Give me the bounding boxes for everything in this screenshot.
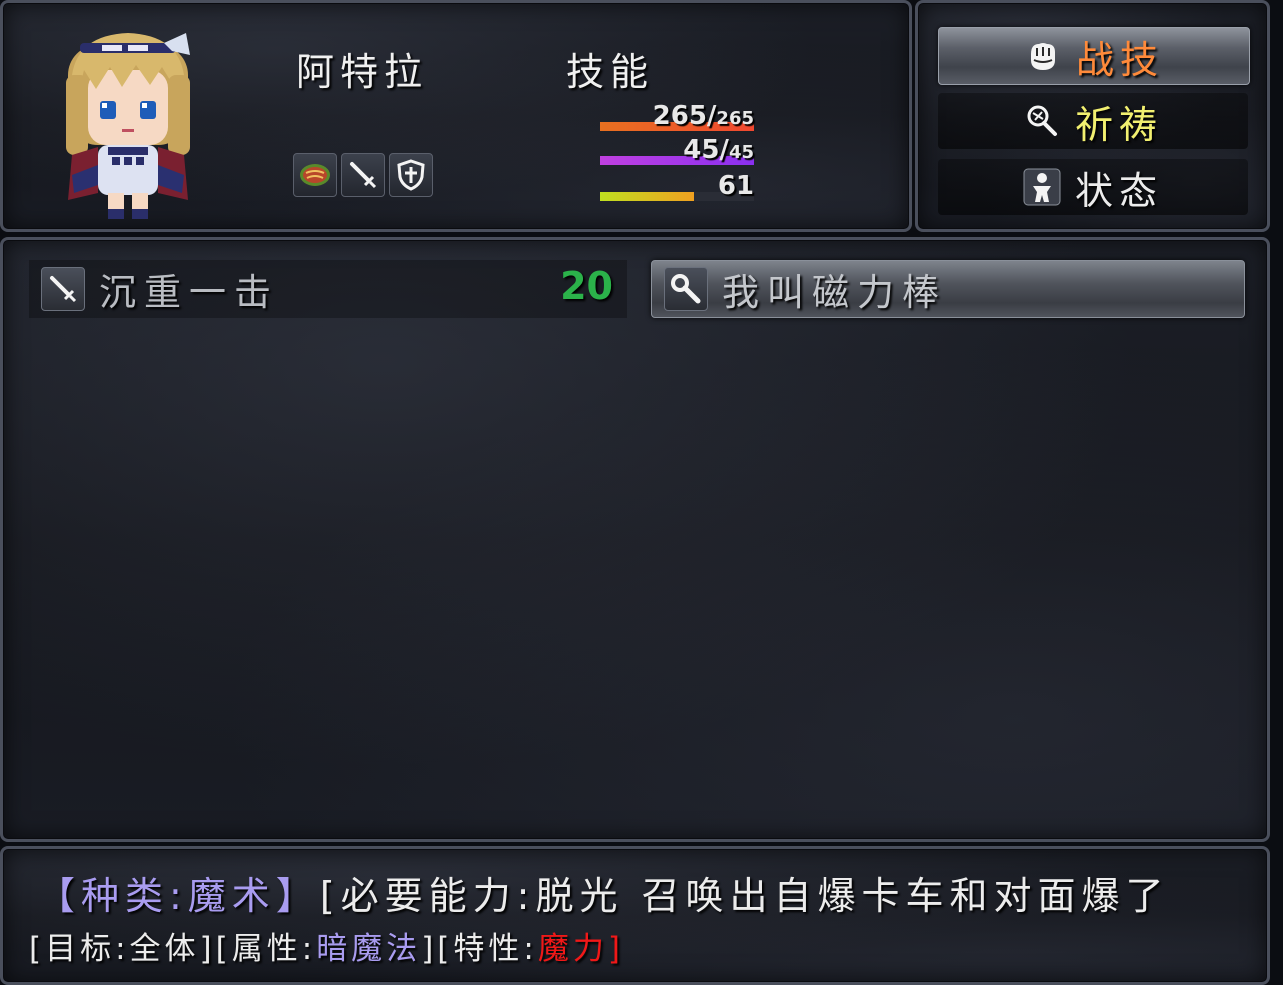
hp-max: 265: [716, 108, 754, 129]
prayer-icon: [1023, 102, 1061, 140]
shield-icon: [389, 153, 433, 197]
sword-icon: [341, 153, 385, 197]
tp-bar-fill: [600, 192, 694, 201]
actor-status-window: 阿特拉 技能 265/265 45/45 61: [0, 0, 912, 232]
help-attr-prefix: [属性:: [215, 931, 317, 967]
help-skill-type: 【种类:魔术】: [37, 874, 320, 918]
sword-icon: [41, 267, 85, 311]
tp-current: 61: [717, 171, 754, 201]
help-attr-value: 暗魔法: [316, 931, 422, 967]
steak-icon: [293, 153, 337, 197]
command-label: 状态: [1074, 168, 1163, 213]
help-trait-prefix: [特性:: [437, 931, 538, 967]
fist-icon: [1024, 37, 1062, 75]
actor-portrait: [58, 15, 198, 220]
help-target: [目标:全体]: [29, 931, 216, 967]
command-status[interactable]: 状态: [938, 159, 1248, 215]
command-prayer[interactable]: 祈祷: [938, 93, 1248, 149]
help-attr-suffix: ]: [421, 931, 438, 967]
actor-name: 阿特拉: [296, 50, 429, 94]
help-window: 【种类:魔术】[必要能力:脱光 召唤出自爆卡车和对面爆了 [目标:全体][属性:…: [0, 846, 1270, 985]
mp-max: 45: [728, 142, 754, 163]
skill-cost: 20: [560, 264, 613, 308]
skill-type-title: 技能: [566, 50, 655, 94]
command-combat-skill[interactable]: 战技: [938, 27, 1250, 85]
mp-gauge: 45/45: [600, 133, 754, 165]
help-attribute-line: [目标:全体][属性:暗魔法][特性:魔力]: [29, 923, 624, 968]
hp-gauge: 265/265: [600, 95, 754, 131]
skill-name: 沉重一击: [99, 271, 279, 314]
help-description-line: 【种类:魔术】[必要能力:脱光 召唤出自爆卡车和对面爆了: [37, 865, 1170, 920]
state-icons: [293, 153, 433, 197]
help-trait-value: 魔力: [537, 931, 608, 967]
help-requirement: [必要能力:脱光 召唤出自爆卡车和对面爆了: [319, 874, 1170, 918]
skill-item-heavy-strike[interactable]: 沉重一击 20: [29, 260, 627, 318]
skill-type-command-window: 战技 祈祷 状态: [915, 0, 1270, 232]
command-label: 战技: [1075, 37, 1164, 82]
skill-item-magnet-rod[interactable]: 我叫磁力棒: [651, 260, 1245, 318]
mp-current: 45/: [683, 135, 729, 165]
wrench-icon: [664, 267, 708, 311]
hp-current: 265/: [652, 101, 717, 131]
tp-gauge: 61: [600, 169, 754, 201]
skill-name: 我叫磁力棒: [722, 271, 947, 314]
help-trait-suffix: ]: [607, 931, 624, 967]
person-icon: [1023, 168, 1061, 206]
command-label: 祈祷: [1074, 102, 1163, 147]
skill-list-window: 沉重一击 20 我叫磁力棒: [0, 237, 1270, 842]
